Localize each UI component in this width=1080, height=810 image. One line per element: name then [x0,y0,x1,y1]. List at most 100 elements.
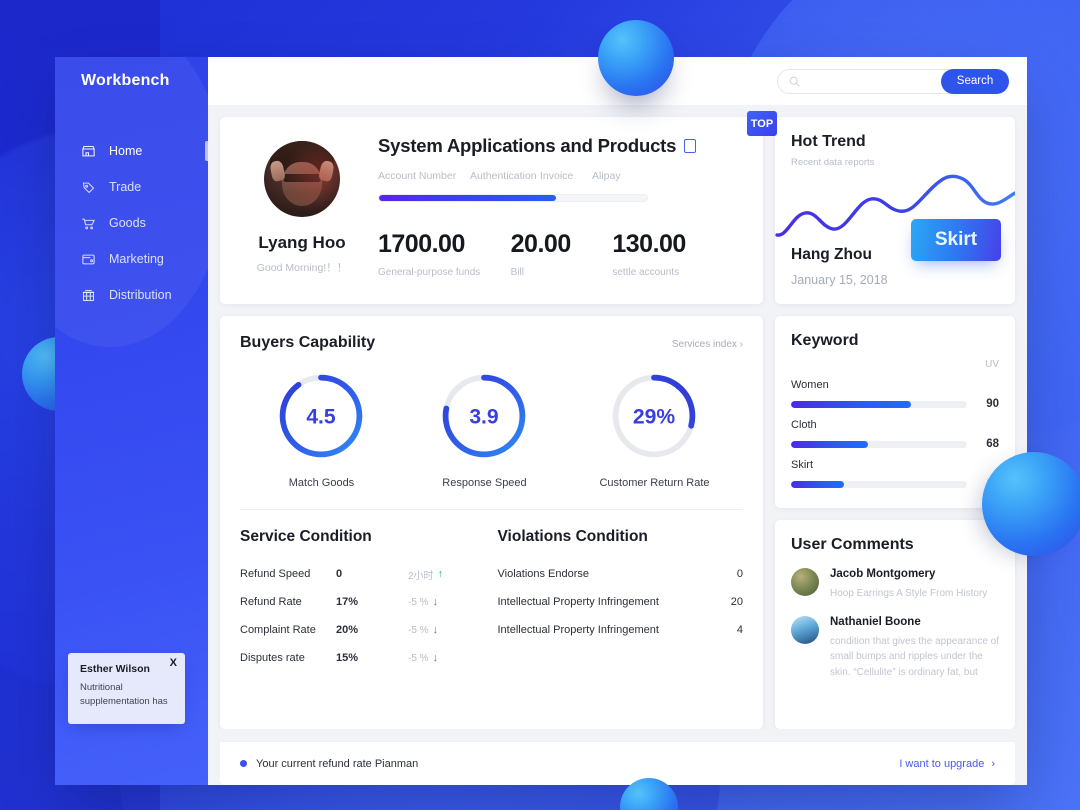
gauge-match-goods: 4.5 Match Goods [273,368,369,489]
stat-bill: 20.00 Bill [511,230,613,278]
app-window: Workbench Home Trade Goods Marketing Dis… [55,57,1027,785]
footer-note: Your current refund rate Pianman [240,758,418,770]
sidebar-item-marketing[interactable]: Marketing [55,243,208,276]
gauge-ring: 3.9 [443,374,526,458]
sidebar-item-goods[interactable]: Goods [55,207,208,240]
row-value: 17% [336,596,359,608]
sidebar-item-label: Trade [109,180,142,195]
row-key: Violations Endorse [497,568,590,580]
table-row: Intellectual Property Infringement 20 [498,588,744,616]
grid-building-icon [81,288,96,303]
left-column: Lyang Hoo Good Morning!！！ TOP System App… [220,111,777,729]
sidebar-item-label: Home [109,144,143,159]
sidebar-nav: Home Trade Goods Marketing Distribution [55,135,208,312]
sidebar-item-trade[interactable]: Trade [55,171,208,204]
profile-overview-card: Lyang Hoo Good Morning!！！ TOP System App… [220,111,777,304]
profile-block: Lyang Hoo Good Morning!！！ [238,135,366,284]
table-row: Intellectual Property Infringement 4 [498,616,744,644]
toast-message: Nutritional supplementation has [80,682,168,708]
stat-label: settle accounts [612,267,680,278]
notification-toast[interactable]: X Esther Wilson Nutritional supplementat… [68,653,185,724]
row-key: Refund Speed [240,568,311,580]
tab-authentication[interactable]: Authentication [470,170,540,182]
keyword-value: 90 [986,398,999,410]
row-value: 20% [336,624,359,636]
close-icon[interactable]: X [170,658,177,669]
search-button[interactable]: Search [941,68,1009,94]
keyword-bar-track [791,480,967,488]
keyword-bar-fill [791,480,844,488]
hot-trend-title: Hot Trend [791,133,866,150]
capability-header: Buyers Capability Services index › [240,334,743,352]
content-grid: Lyang Hoo Good Morning!！！ TOP System App… [208,105,1027,729]
sidebar-item-home[interactable]: Home [55,135,208,168]
gauges-row: 4.5 Match Goods 3.9 Response Speed 29% C… [240,368,743,489]
list-item[interactable]: Jacob Montgomery Hoop Earrings A Style F… [791,568,999,602]
sidebar-header: Workbench [55,57,208,105]
row-delta-text: -5 % [408,596,429,608]
top-badge[interactable]: TOP [747,111,777,136]
service-condition-table: Service Condition Refund Speed 0 2小时 ↑ R… [240,528,498,672]
tab-alipay[interactable]: Alipay [592,170,621,182]
hot-trend-tooltip[interactable]: Skirt [911,219,1001,261]
footer-bar: Your current refund rate Pianman I want … [220,741,1015,785]
profile-greeting: Good Morning!！！ [256,262,348,274]
row-delta: -5 % ↓ [408,596,438,608]
row-key: Intellectual Property Infringement [497,596,659,608]
gauge-label: Customer Return Rate [599,477,710,489]
keyword-bar-fill [791,400,911,408]
conditions-row: Service Condition Refund Speed 0 2小时 ↑ R… [240,528,743,672]
store-icon [81,144,96,159]
row-delta: 2小时 ↑ [408,567,443,582]
tab-account-number[interactable]: Account Number [378,170,470,182]
gauge-response-speed: 3.9 Response Speed [436,368,532,489]
keyword-name: Women [791,379,829,391]
row-delta: -5 % ↓ [408,652,438,664]
overview-title-row: System Applications and Products [378,135,745,157]
row-value: 20 [730,596,743,608]
arrow-down-icon: ↓ [432,652,439,664]
chevron-right-icon: › [991,757,995,770]
wallet-icon [81,252,96,267]
capability-title: Buyers Capability [240,334,376,351]
keyword-card: Keyword UV Women 90 Cloth 68 Skirt [775,316,1015,508]
sidebar-active-marker [205,141,208,161]
table-row: Disputes rate 15% -5 % ↓ [240,644,486,672]
gauge-ring: 4.5 [280,374,363,458]
tab-invoice[interactable]: Invoice [540,170,592,182]
overview-tabs: Account Number Authentication Invoice Al… [378,170,745,182]
arrow-down-icon: ↓ [432,624,439,636]
arrow-up-icon: ↑ [437,568,444,580]
table-row: Violations Endorse 0 [498,560,744,588]
services-index-link[interactable]: Services index › [672,339,743,350]
progress-fill [379,195,556,201]
upgrade-link[interactable]: I want to upgrade › [899,758,995,770]
row-key: Refund Rate [240,596,302,608]
keyword-name: Cloth [791,419,817,431]
comment-text: Hoop Earrings A Style From History [830,588,988,599]
arrow-down-icon: ↓ [432,596,439,608]
trade-tag-icon [81,180,96,195]
toast-title: Esther Wilson [80,663,150,675]
row-key: Complaint Rate [240,624,316,636]
gauge-label: Match Goods [288,477,355,489]
sidebar-item-distribution[interactable]: Distribution [55,279,208,312]
violations-condition-title: Violations Condition [497,528,648,545]
row-key: Intellectual Property Infringement [497,624,659,636]
row-value: 0 [736,568,743,580]
avatar [791,568,819,596]
keyword-item-cloth: Cloth 68 [791,419,999,450]
hot-trend-date: January 15, 2018 [791,273,888,287]
stat-general-purpose-funds: 1700.00 General-purpose funds [378,230,511,278]
section-divider [240,509,743,510]
comment-text: condition that gives the appearance of s… [830,635,1000,678]
gauge-customer-return-rate: 29% Customer Return Rate [599,368,710,489]
row-delta: -5 % ↓ [408,624,438,636]
right-column: Hot Trend Recent data reports Skirt Hang… [775,117,1015,729]
status-dot-icon [240,760,247,767]
list-item[interactable]: Nathaniel Boone condition that gives the… [791,615,1000,681]
row-value: 4 [736,624,743,636]
keyword-item-skirt: Skirt 11 [791,459,999,490]
sidebar-item-label: Goods [109,216,146,231]
gauge-value: 29% [633,406,675,429]
